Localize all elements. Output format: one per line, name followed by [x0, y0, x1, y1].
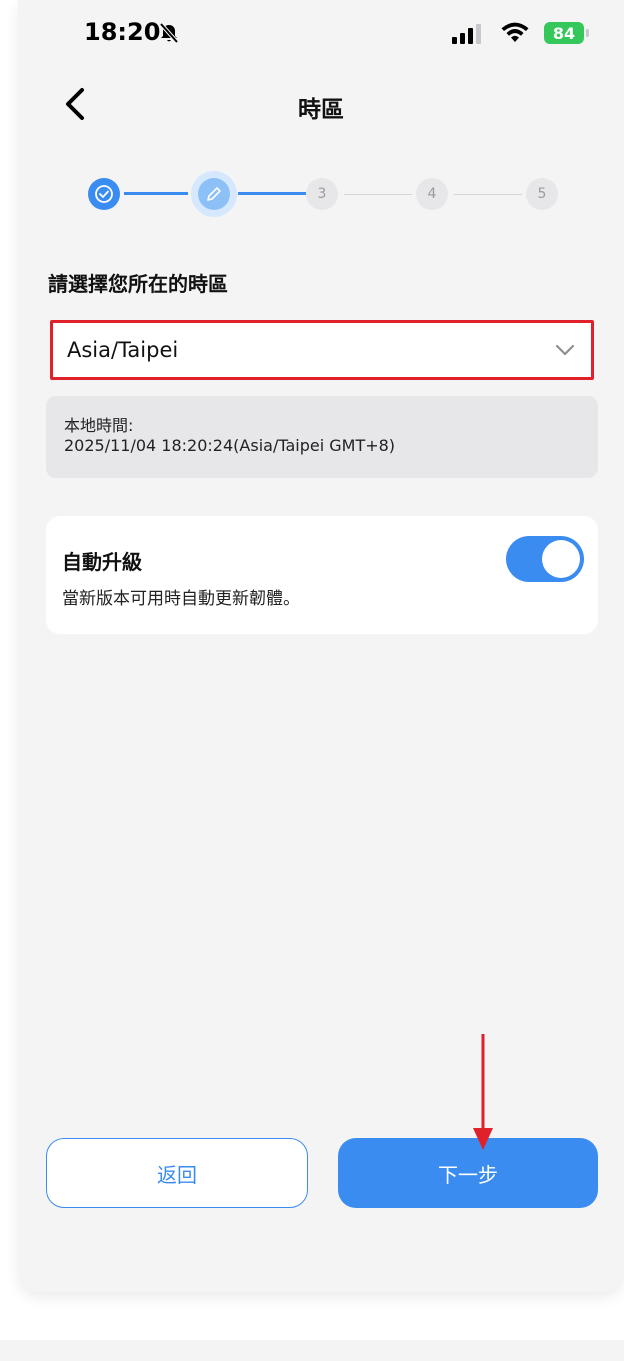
toggle-knob — [542, 540, 580, 578]
battery-level: 84 — [544, 22, 584, 44]
page-title: 時區 — [298, 97, 344, 123]
timezone-selected-value: Asia/Taipei — [67, 338, 179, 362]
auto-upgrade-card: 自動升級 當新版本可用時自動更新韌體。 — [46, 516, 598, 634]
step-connector — [238, 192, 306, 195]
step-3: 3 — [306, 178, 338, 210]
auto-upgrade-title: 自動升級 — [62, 550, 142, 574]
signal-icon — [452, 24, 481, 44]
check-circle-icon — [95, 185, 113, 203]
step-4: 4 — [416, 178, 448, 210]
auto-upgrade-toggle[interactable] — [506, 536, 584, 582]
bell-muted-icon — [159, 22, 179, 44]
auto-upgrade-description: 當新版本可用時自動更新韌體。 — [62, 589, 300, 609]
annotation-arrow-icon — [473, 1034, 493, 1150]
back-button[interactable]: 返回 — [46, 1138, 308, 1208]
status-time: 18:20 — [84, 18, 161, 46]
step-2-current — [198, 178, 230, 210]
phone-screen: 18:20 84 時區 3 4 5 請選擇您所在的時區 Asia/Taipei … — [18, 0, 624, 1292]
step-5: 5 — [526, 178, 558, 210]
timezone-select[interactable]: Asia/Taipei — [50, 320, 594, 380]
progress-stepper: 3 4 5 — [18, 170, 624, 218]
local-time-value: 2025/11/04 18:20:24(Asia/Taipei GMT+8) — [64, 436, 396, 455]
wifi-icon — [501, 22, 529, 42]
battery-icon: 84 — [544, 22, 592, 44]
local-time-info: 本地時間: 2025/11/04 18:20:24(Asia/Taipei GM… — [46, 396, 598, 478]
chevron-down-icon — [555, 344, 575, 356]
step-connector — [344, 194, 412, 195]
bottom-strip — [0, 1340, 624, 1361]
step-1-complete — [88, 178, 120, 210]
step-connector — [454, 194, 522, 195]
timezone-question: 請選擇您所在的時區 — [48, 272, 228, 296]
local-time-label: 本地時間: — [64, 416, 134, 435]
battery-tip — [586, 29, 589, 37]
pencil-icon — [207, 187, 221, 201]
step-connector — [124, 192, 188, 195]
